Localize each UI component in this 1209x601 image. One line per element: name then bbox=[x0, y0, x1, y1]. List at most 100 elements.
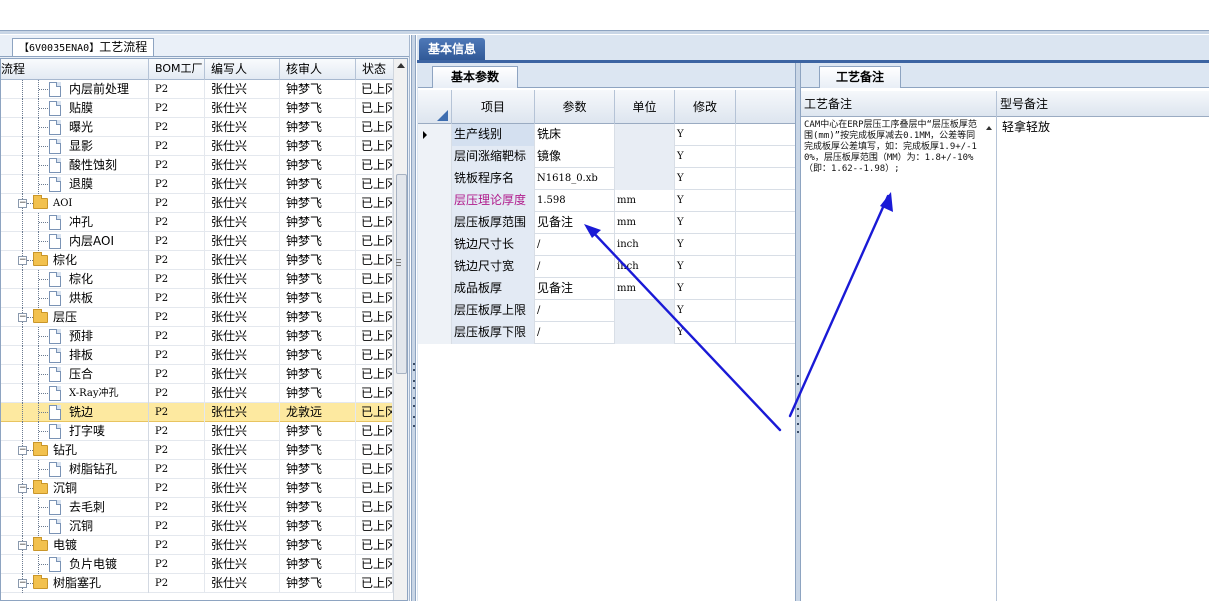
param-value[interactable]: / bbox=[535, 300, 615, 322]
collapse-icon[interactable]: − bbox=[18, 484, 27, 493]
tree-row[interactable]: X-Ray冲孔 P2张仕兴钟梦飞已上冈 bbox=[1, 384, 393, 403]
tree-node[interactable]: − 沉铜 bbox=[1, 479, 149, 498]
param-unit[interactable] bbox=[615, 322, 675, 344]
param-unit[interactable]: mm bbox=[615, 190, 675, 212]
col-header-item[interactable]: 项目 bbox=[452, 90, 535, 124]
col-header-process-note[interactable]: 工艺备注 bbox=[801, 91, 997, 117]
tree-row[interactable]: 贴膜 P2张仕兴钟梦飞已上冈 bbox=[1, 99, 393, 118]
param-value[interactable]: N1618_0.xb bbox=[535, 168, 615, 190]
tree-row[interactable]: 曝光 P2张仕兴钟梦飞已上冈 bbox=[1, 118, 393, 137]
tree-node[interactable]: − 钻孔 bbox=[1, 441, 149, 460]
row-indicator[interactable] bbox=[418, 212, 452, 234]
tree-row[interactable]: − 树脂塞孔 P2张仕兴钟梦飞已上冈 bbox=[1, 574, 393, 593]
row-indicator[interactable] bbox=[418, 146, 452, 168]
param-value[interactable]: 见备注 bbox=[535, 278, 615, 300]
param-modify-flag[interactable]: Y bbox=[675, 278, 736, 300]
tree-row[interactable]: − 沉铜 P2张仕兴钟梦飞已上冈 bbox=[1, 479, 393, 498]
col-header-flow[interactable]: 流程 bbox=[1, 59, 149, 80]
param-modify-flag[interactable]: Y bbox=[675, 234, 736, 256]
tree-node[interactable]: 冲孔 bbox=[1, 213, 149, 232]
tree-row[interactable]: − 钻孔 P2张仕兴钟梦飞已上冈 bbox=[1, 441, 393, 460]
col-header-unit[interactable]: 单位 bbox=[615, 90, 675, 124]
row-indicator[interactable] bbox=[418, 168, 452, 190]
collapse-icon[interactable]: − bbox=[18, 541, 27, 550]
tree-row[interactable]: − AOI P2张仕兴钟梦飞已上冈 bbox=[1, 194, 393, 213]
collapse-icon[interactable]: − bbox=[18, 579, 27, 588]
param-value[interactable]: / bbox=[535, 256, 615, 278]
process-note-cell[interactable]: CAM中心在ERP层压工序叠层中“层压板厚范围(mm)”按完成板厚减去0.1MM… bbox=[801, 117, 997, 601]
tree-node[interactable]: 退膜 bbox=[1, 175, 149, 194]
param-row[interactable]: 层压板厚上限 / Y bbox=[418, 300, 796, 322]
param-value[interactable]: 铣床 bbox=[535, 124, 615, 146]
tree-row[interactable]: 酸性蚀刻 P2张仕兴钟梦飞已上冈 bbox=[1, 156, 393, 175]
tree-node[interactable]: 棕化 bbox=[1, 270, 149, 289]
param-unit[interactable]: inch bbox=[615, 234, 675, 256]
param-row[interactable]: 铣板程序名 N1618_0.xb Y bbox=[418, 168, 796, 190]
row-indicator[interactable] bbox=[418, 322, 452, 344]
tab-process-flow[interactable]: 【6V0035ENA0】工艺流程 bbox=[12, 38, 155, 57]
param-value[interactable]: 见备注 bbox=[535, 212, 615, 234]
tree-row[interactable]: 沉铜 P2张仕兴钟梦飞已上冈 bbox=[1, 517, 393, 536]
param-modify-flag[interactable]: Y bbox=[675, 300, 736, 322]
tree-row[interactable]: 棕化 P2张仕兴钟梦飞已上冈 bbox=[1, 270, 393, 289]
tree-row[interactable]: 去毛刺 P2张仕兴钟梦飞已上冈 bbox=[1, 498, 393, 517]
param-unit[interactable]: mm bbox=[615, 212, 675, 234]
tree-node[interactable]: − 棕化 bbox=[1, 251, 149, 270]
process-note-text[interactable]: CAM中心在ERP层压工序叠层中“层压板厚范围(mm)”按完成板厚减去0.1MM… bbox=[804, 120, 984, 175]
scroll-up-icon[interactable] bbox=[397, 63, 405, 68]
tree-row[interactable]: 内层前处理 P2张仕兴钟梦飞已上冈 bbox=[1, 80, 393, 99]
tree-row[interactable]: 烘板 P2张仕兴钟梦飞已上冈 bbox=[1, 289, 393, 308]
scroll-thumb[interactable] bbox=[396, 174, 407, 374]
tree-row[interactable]: 预排 P2张仕兴钟梦飞已上冈 bbox=[1, 327, 393, 346]
tree-node[interactable]: 显影 bbox=[1, 137, 149, 156]
model-note-text[interactable]: 轻拿轻放 bbox=[1002, 120, 1050, 134]
tree-node[interactable]: − 电镀 bbox=[1, 536, 149, 555]
left-splitter[interactable] bbox=[411, 35, 416, 601]
param-row[interactable]: 层压板厚范围 见备注 mm Y bbox=[418, 212, 796, 234]
row-indicator[interactable] bbox=[418, 234, 452, 256]
tree-row[interactable]: 退膜 P2张仕兴钟梦飞已上冈 bbox=[1, 175, 393, 194]
tree-row[interactable]: − 层压 P2张仕兴钟梦飞已上冈 bbox=[1, 308, 393, 327]
param-unit[interactable] bbox=[615, 124, 675, 146]
tree-node[interactable]: 打字唛 bbox=[1, 422, 149, 441]
tree-node[interactable]: 排板 bbox=[1, 346, 149, 365]
param-unit[interactable] bbox=[615, 146, 675, 168]
param-value[interactable]: 1.598 bbox=[535, 190, 615, 212]
tree-row[interactable]: − 电镀 P2张仕兴钟梦飞已上冈 bbox=[1, 536, 393, 555]
param-modify-flag[interactable]: Y bbox=[675, 190, 736, 212]
col-header-modify[interactable]: 修改 bbox=[675, 90, 736, 124]
param-modify-flag[interactable]: Y bbox=[675, 322, 736, 344]
collapse-icon[interactable]: − bbox=[18, 256, 27, 265]
tree-row[interactable]: 压合 P2张仕兴钟梦飞已上冈 bbox=[1, 365, 393, 384]
param-unit[interactable]: inch bbox=[615, 256, 675, 278]
tree-row[interactable]: 排板 P2张仕兴钟梦飞已上冈 bbox=[1, 346, 393, 365]
tree-node[interactable]: − 层压 bbox=[1, 308, 149, 327]
col-header-status[interactable]: 状态 bbox=[356, 59, 393, 80]
note-scroll-up-icon[interactable] bbox=[986, 126, 992, 130]
row-indicator[interactable] bbox=[418, 300, 452, 322]
tree-node[interactable]: 去毛刺 bbox=[1, 498, 149, 517]
tree-scrollbar[interactable] bbox=[393, 59, 407, 600]
tree-row[interactable]: − 棕化 P2张仕兴钟梦飞已上冈 bbox=[1, 251, 393, 270]
param-modify-flag[interactable]: Y bbox=[675, 146, 736, 168]
tree-node[interactable]: 内层AOI bbox=[1, 232, 149, 251]
collapse-icon[interactable]: − bbox=[18, 199, 27, 208]
row-indicator[interactable] bbox=[418, 190, 452, 212]
param-row[interactable]: 生产线别 铣床 Y bbox=[418, 124, 796, 146]
tree-row[interactable]: 负片电镀 P2张仕兴钟梦飞已上冈 bbox=[1, 555, 393, 574]
tree-node[interactable]: 树脂钻孔 bbox=[1, 460, 149, 479]
tree-node[interactable]: 贴膜 bbox=[1, 99, 149, 118]
col-header-writer[interactable]: 编写人 bbox=[205, 59, 280, 80]
model-note-cell[interactable]: 轻拿轻放 bbox=[997, 117, 1209, 601]
param-row[interactable]: 铣边尺寸宽 / inch Y bbox=[418, 256, 796, 278]
param-value[interactable]: / bbox=[535, 322, 615, 344]
param-unit[interactable] bbox=[615, 300, 675, 322]
param-row[interactable]: 层间涨缩靶标 镜像 Y bbox=[418, 146, 796, 168]
param-value[interactable]: 镜像 bbox=[535, 146, 615, 168]
row-indicator[interactable] bbox=[418, 278, 452, 300]
param-modify-flag[interactable]: Y bbox=[675, 124, 736, 146]
param-modify-flag[interactable]: Y bbox=[675, 168, 736, 190]
param-unit[interactable]: mm bbox=[615, 278, 675, 300]
tree-node[interactable]: 负片电镀 bbox=[1, 555, 149, 574]
col-header-model-note[interactable]: 型号备注 bbox=[997, 91, 1209, 117]
